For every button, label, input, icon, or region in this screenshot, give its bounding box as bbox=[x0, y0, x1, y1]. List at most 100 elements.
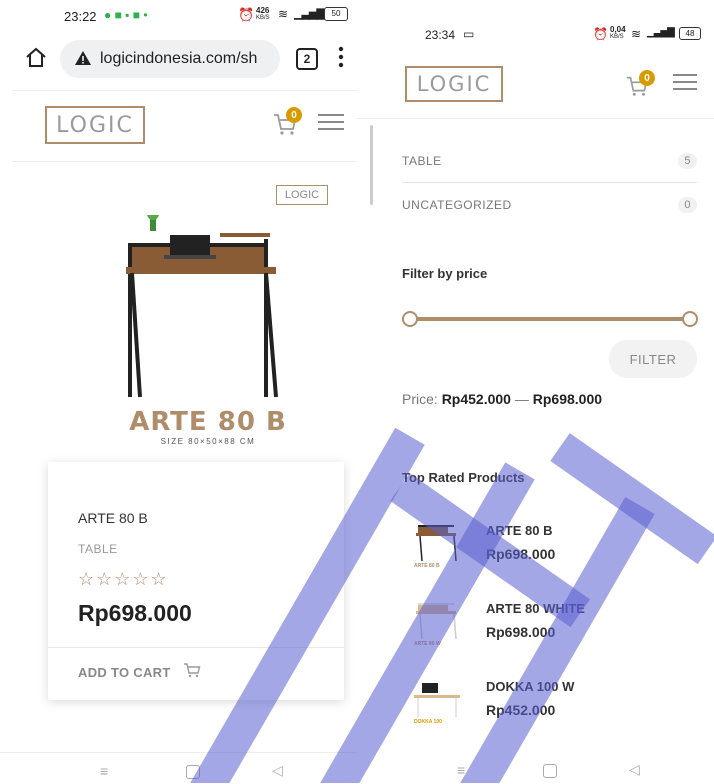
site-logo[interactable]: LOGIC bbox=[405, 66, 503, 102]
product-name[interactable]: ARTE 80 B bbox=[78, 510, 148, 526]
back-button-icon[interactable]: ◁ bbox=[272, 762, 283, 779]
android-nav-bar: ≡ ◁ bbox=[0, 752, 357, 784]
product-thumbnail[interactable]: DOKKA 100 bbox=[412, 673, 462, 731]
android-nav-bar: ≡ ◁ bbox=[357, 752, 714, 783]
product-image[interactable]: LOGIC ARTE 80 B SIZE 80×50×88 CM bbox=[100, 185, 340, 446]
site-header: LOGIC 0 bbox=[357, 52, 714, 119]
top-rated-price: Rp698.000 bbox=[486, 546, 556, 562]
network-speed-unit: KB/S bbox=[256, 15, 270, 21]
price-range-slider[interactable] bbox=[402, 310, 698, 328]
site-header: LOGIC 0 bbox=[12, 90, 357, 162]
top-rated-item[interactable]: ARTE 80 W ARTE 80 WHITE Rp698.000 bbox=[412, 593, 692, 657]
desk-illustration bbox=[126, 215, 278, 398]
add-to-cart-button[interactable]: ADD TO CART bbox=[78, 660, 201, 684]
battery-level: 50 bbox=[331, 9, 341, 18]
thumb-caption: DOKKA 100 bbox=[414, 719, 442, 725]
category-count: 0 bbox=[678, 197, 697, 213]
price-range-text: Price: Rp452.000 — Rp698.000 bbox=[402, 391, 602, 407]
cart-count: 0 bbox=[291, 109, 297, 121]
filter-button-label: FILTER bbox=[629, 351, 677, 367]
home-button-icon[interactable] bbox=[543, 764, 557, 778]
product-thumbnail[interactable]: ARTE 80 B bbox=[412, 517, 462, 575]
price-label: Price: bbox=[402, 391, 438, 407]
slider-track bbox=[410, 317, 690, 321]
signal-icon: ▁▃▅▇ bbox=[294, 8, 325, 20]
site-logo-text: LOGIC bbox=[56, 112, 134, 138]
battery-level: 48 bbox=[685, 29, 695, 38]
filter-heading: Filter by price bbox=[402, 266, 488, 281]
cart-count: 0 bbox=[644, 72, 650, 84]
hamburger-menu-icon[interactable] bbox=[673, 69, 697, 95]
thumb-caption: ARTE 80 W bbox=[414, 641, 441, 647]
battery-icon: 50 bbox=[324, 7, 348, 21]
top-rated-name[interactable]: ARTE 80 B bbox=[486, 523, 552, 538]
site-logo[interactable]: LOGIC bbox=[45, 106, 145, 144]
cart-outline-icon bbox=[183, 661, 201, 684]
cart-count-badge: 0 bbox=[286, 107, 302, 123]
wifi-icon: ≋ bbox=[278, 7, 289, 21]
product-card: ARTE 80 B TABLE ☆☆☆☆☆ Rp698.000 ADD TO C… bbox=[48, 462, 344, 700]
home-button-icon[interactable] bbox=[186, 765, 200, 779]
battery-icon: 48 bbox=[679, 27, 701, 40]
category-item-table[interactable]: TABLE 5 bbox=[402, 140, 697, 183]
screen-cast-icon: ▭ bbox=[463, 27, 475, 41]
home-icon[interactable] bbox=[24, 46, 48, 70]
status-bar: 23:34 ▭ ⏰ 0,04 KB/S ≋ ▁▃▅▇ 48 bbox=[357, 20, 714, 46]
address-bar[interactable]: logicindonesia.com/sh bbox=[60, 40, 280, 78]
signal-icon: ▁▃▅▇ bbox=[647, 27, 675, 38]
top-rated-heading: Top Rated Products bbox=[402, 470, 525, 485]
thumb-caption: ARTE 80 B bbox=[414, 563, 440, 569]
insecure-warning-icon[interactable] bbox=[74, 50, 92, 71]
recents-button-icon[interactable]: ≡ bbox=[100, 763, 108, 779]
price-separator: — bbox=[514, 391, 529, 407]
status-bar: 23:22 ● ■ ▪ ■ • ⏰ 426 KB/S ≋ ▁▃▅▇ 50 bbox=[0, 0, 357, 32]
add-to-cart-label: ADD TO CART bbox=[78, 664, 171, 680]
network-speed-unit: KB/S bbox=[610, 34, 624, 40]
wifi-icon: ≋ bbox=[631, 27, 642, 41]
hamburger-menu-icon[interactable] bbox=[318, 109, 344, 135]
product-rating-stars: ☆☆☆☆☆ bbox=[78, 569, 169, 589]
top-rated-price: Rp452.000 bbox=[486, 702, 556, 718]
product-category[interactable]: TABLE bbox=[78, 542, 118, 556]
product-price: Rp698.000 bbox=[78, 600, 192, 626]
alarm-icon: ⏰ bbox=[238, 7, 255, 22]
right-screen: 23:34 ▭ ⏰ 0,04 KB/S ≋ ▁▃▅▇ 48 LOGIC 0 TA… bbox=[357, 0, 714, 783]
notification-icons: ● ■ ▪ ■ • bbox=[104, 8, 148, 22]
top-rated-item[interactable]: DOKKA 100 DOKKA 100 W Rp452.000 bbox=[412, 671, 692, 735]
network-speed: 0,04 bbox=[610, 25, 626, 34]
back-button-icon[interactable]: ◁ bbox=[629, 761, 640, 778]
alarm-icon: ⏰ bbox=[593, 27, 608, 41]
slider-min-handle[interactable] bbox=[402, 311, 418, 327]
slider-max-handle[interactable] bbox=[682, 311, 698, 327]
top-rated-name[interactable]: DOKKA 100 W bbox=[486, 679, 574, 694]
filter-button[interactable]: FILTER bbox=[609, 340, 697, 378]
browser-menu-icon[interactable] bbox=[338, 46, 344, 73]
product-image-title: ARTE 80 B bbox=[129, 407, 287, 437]
product-image-logo-text: LOGIC bbox=[284, 189, 320, 201]
product-thumbnail[interactable]: ARTE 80 W bbox=[412, 595, 462, 653]
card-divider bbox=[48, 647, 344, 648]
site-logo-text: LOGIC bbox=[416, 72, 492, 96]
category-label: UNCATEGORIZED bbox=[402, 198, 512, 212]
top-rated-price: Rp698.000 bbox=[486, 624, 556, 640]
category-list: TABLE 5 UNCATEGORIZED 0 bbox=[402, 140, 697, 227]
price-min: Rp452.000 bbox=[441, 391, 511, 407]
top-rated-name[interactable]: ARTE 80 WHITE bbox=[486, 601, 585, 616]
cart-count-badge: 0 bbox=[639, 70, 655, 86]
status-time: 23:22 bbox=[64, 9, 97, 24]
category-label: TABLE bbox=[402, 154, 442, 168]
recents-button-icon[interactable]: ≡ bbox=[457, 762, 465, 778]
category-item-uncategorized[interactable]: UNCATEGORIZED 0 bbox=[402, 183, 697, 227]
tab-count: 2 bbox=[303, 52, 311, 66]
left-screen: 23:22 ● ■ ▪ ■ • ⏰ 426 KB/S ≋ ▁▃▅▇ 50 log… bbox=[0, 0, 373, 784]
product-image-size: SIZE 80×50×88 CM bbox=[160, 437, 256, 446]
category-count: 5 bbox=[678, 153, 697, 169]
status-time: 23:34 bbox=[425, 28, 456, 42]
top-rated-item[interactable]: ARTE 80 B ARTE 80 B Rp698.000 bbox=[412, 515, 692, 579]
tab-switcher-button[interactable]: 2 bbox=[296, 48, 318, 70]
url-text[interactable]: logicindonesia.com/sh bbox=[100, 50, 275, 68]
product-image-logo: LOGIC bbox=[276, 185, 328, 205]
network-speed: 426 bbox=[256, 6, 270, 15]
browser-toolbar: logicindonesia.com/sh 2 bbox=[0, 32, 357, 88]
price-max: Rp698.000 bbox=[532, 391, 603, 407]
